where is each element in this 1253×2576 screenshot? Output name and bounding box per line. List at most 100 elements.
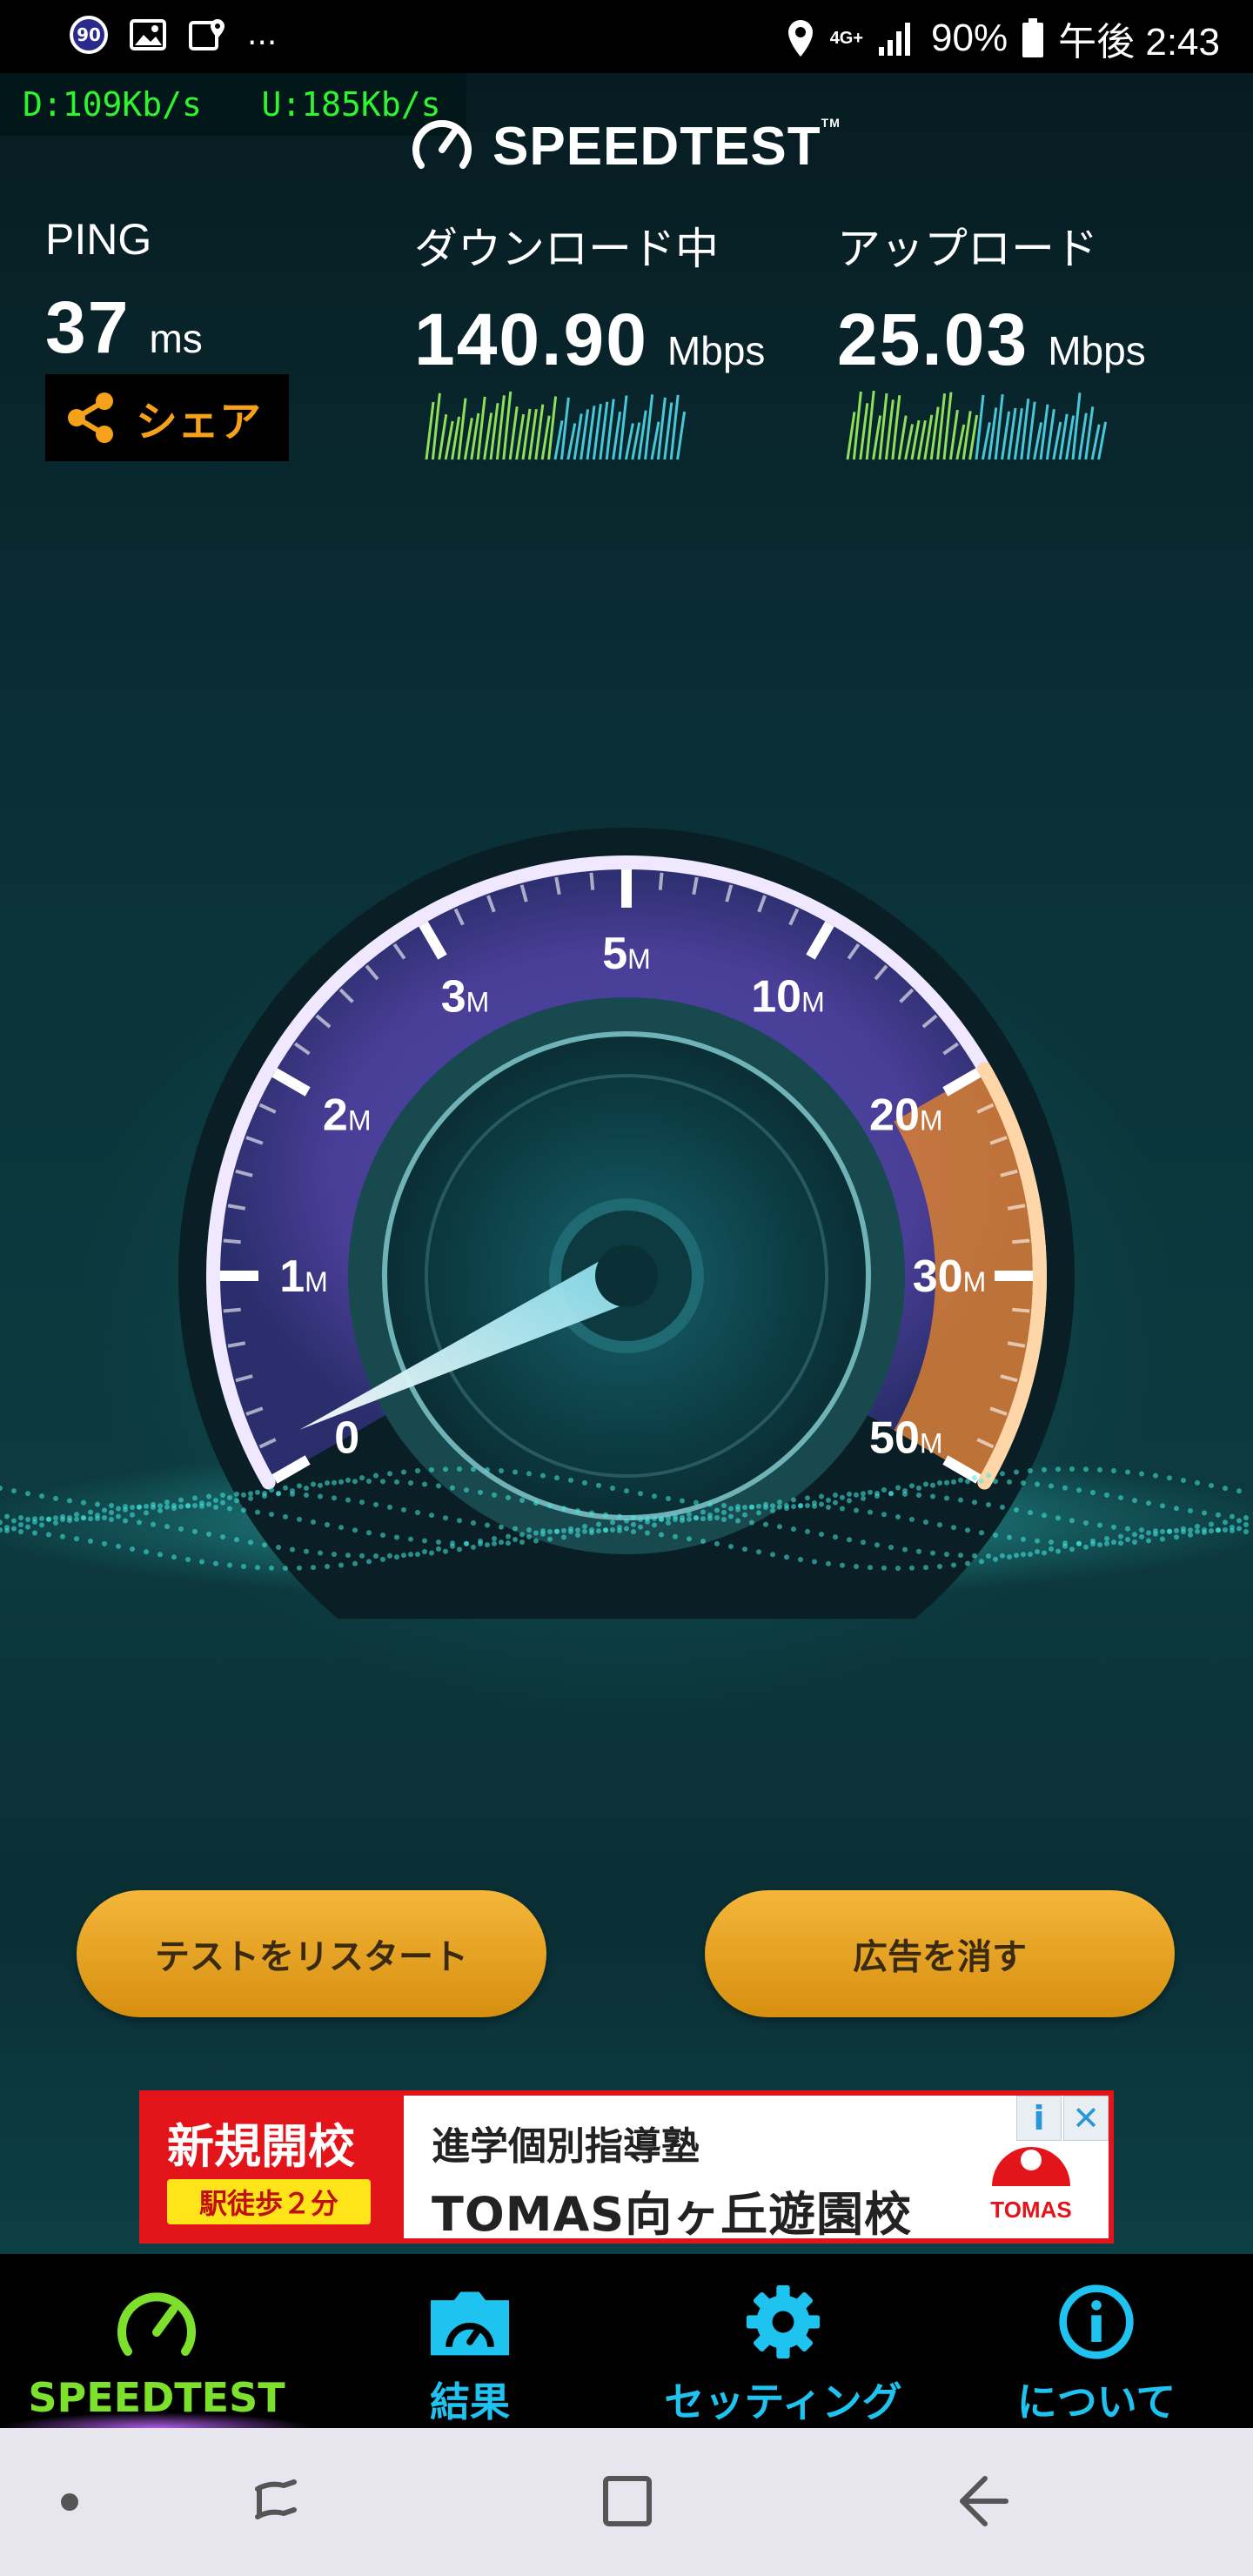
wave-dot: [791, 1526, 796, 1532]
ad-close-icon[interactable]: ✕: [1063, 2096, 1109, 2141]
wave-dot: [255, 1489, 260, 1495]
ad-banner[interactable]: 新規開校 駅徒歩２分 進学個別指導塾 TOMAS向ヶ丘遊園校 TOMAS i ✕: [139, 2090, 1114, 2244]
wave-dot: [735, 1518, 740, 1524]
sparkline-bar: [988, 407, 998, 460]
sparkline-bar: [1020, 398, 1030, 460]
wave-dot: [1028, 1467, 1033, 1473]
wave-dot: [492, 1536, 497, 1542]
wave-dot: [1125, 1469, 1130, 1475]
wave-dot: [519, 1532, 525, 1538]
wave-dot: [144, 1549, 149, 1555]
nav-speedtest[interactable]: SPEEDTEST: [0, 2254, 313, 2428]
sparkline-bar: [489, 403, 499, 460]
wave-dot: [638, 1524, 643, 1530]
share-button[interactable]: シェア: [45, 374, 289, 461]
wave-dot: [471, 1544, 476, 1550]
wave-dot: [798, 1556, 803, 1562]
wave-dot: [318, 1550, 323, 1556]
speedtest-app: 90 ... 4G+ 90% 午後 2:43 D:109Kb/s U:185Kb…: [0, 0, 1253, 2576]
wave-dot: [74, 1516, 79, 1522]
sparkline-bar: [476, 396, 486, 460]
wave-dot: [749, 1504, 754, 1510]
wave-dot: [1083, 1466, 1089, 1472]
wave-dot: [380, 1556, 385, 1562]
wave-dot: [394, 1534, 399, 1540]
wave-dot: [610, 1486, 615, 1492]
wave-dot: [1104, 1535, 1109, 1541]
wave-dot: [74, 1536, 79, 1542]
home-button-icon[interactable]: [583, 2463, 670, 2541]
wave-dot: [965, 1560, 970, 1566]
nav-results[interactable]: 結果: [313, 2254, 626, 2428]
wave-dot: [624, 1488, 629, 1494]
wave-dot: [770, 1503, 775, 1509]
remove-ads-button[interactable]: 広告を消す: [705, 1890, 1175, 2017]
wave-dot: [1014, 1553, 1019, 1559]
wave-dot: [1181, 1477, 1186, 1483]
sparkline-bar: [618, 395, 628, 460]
wave-dot: [735, 1506, 740, 1513]
nav-settings[interactable]: セッティング: [626, 2254, 940, 2428]
wave-dot: [777, 1504, 782, 1510]
sparkline-bar: [1077, 413, 1088, 460]
wave-dot: [923, 1565, 928, 1571]
wave-dot: [554, 1475, 559, 1481]
wave-dot: [930, 1482, 935, 1488]
wave-dot: [902, 1546, 908, 1553]
wave-dot: [874, 1491, 880, 1497]
wave-dot: [951, 1562, 956, 1568]
wave-dot: [345, 1553, 351, 1559]
wave-dot: [436, 1546, 441, 1552]
wave-dot: [700, 1509, 706, 1515]
recent-apps-icon[interactable]: [235, 2463, 322, 2541]
sparkline-bar: [547, 396, 558, 460]
ad-info-icon[interactable]: i: [1016, 2096, 1062, 2141]
wave-dot: [582, 1479, 587, 1486]
nav-about[interactable]: について: [940, 2254, 1253, 2428]
sparkline-bar: [904, 424, 915, 460]
wave-dot: [568, 1526, 573, 1532]
wave-dot: [373, 1472, 379, 1479]
wave-dot: [631, 1529, 636, 1535]
wave-dot: [1202, 1510, 1207, 1516]
wave-dot: [812, 1559, 817, 1565]
sparkline-bar: [1001, 411, 1011, 460]
wave-dot: [81, 1515, 86, 1521]
wave-dot: [352, 1527, 358, 1533]
wave-dot: [359, 1499, 365, 1506]
wave-dot: [297, 1565, 302, 1571]
wave-dot: [227, 1494, 232, 1500]
wave-dot: [1049, 1540, 1054, 1546]
wave-dot: [144, 1510, 149, 1516]
wave-dot: [909, 1565, 915, 1571]
wave-dot: [1223, 1486, 1228, 1492]
wave-dot: [283, 1485, 288, 1491]
wave-dot: [714, 1507, 720, 1513]
wave-dot: [986, 1553, 991, 1559]
wave-dot: [178, 1526, 184, 1532]
wave-dot: [916, 1485, 921, 1491]
home-dot-icon[interactable]: [26, 2463, 113, 2541]
wave-dot: [450, 1543, 455, 1549]
wave-dot: [373, 1553, 379, 1559]
restart-test-button[interactable]: テストをリスタート: [77, 1890, 546, 2017]
wave-dot: [826, 1497, 831, 1503]
wave-dot: [39, 1522, 44, 1528]
network-type: 4G+: [829, 28, 864, 48]
wave-dot: [95, 1515, 100, 1521]
wave-dot: [1069, 1518, 1075, 1524]
wave-dot: [345, 1497, 351, 1503]
wave-dot: [1132, 1532, 1137, 1538]
wave-dot: [721, 1503, 727, 1509]
wave-dot: [220, 1499, 225, 1506]
wave-dot: [1216, 1527, 1221, 1533]
upload-unit: Mbps: [1048, 328, 1146, 373]
wave-dot: [513, 1469, 518, 1475]
wave-dot: [972, 1553, 977, 1559]
wave-dot: [868, 1489, 873, 1495]
wave-dot: [798, 1503, 803, 1509]
wave-dot: [109, 1509, 114, 1515]
wave-dot: [394, 1554, 399, 1560]
back-icon[interactable]: [936, 2463, 1023, 2541]
gauge-minor-tick: [589, 872, 595, 890]
